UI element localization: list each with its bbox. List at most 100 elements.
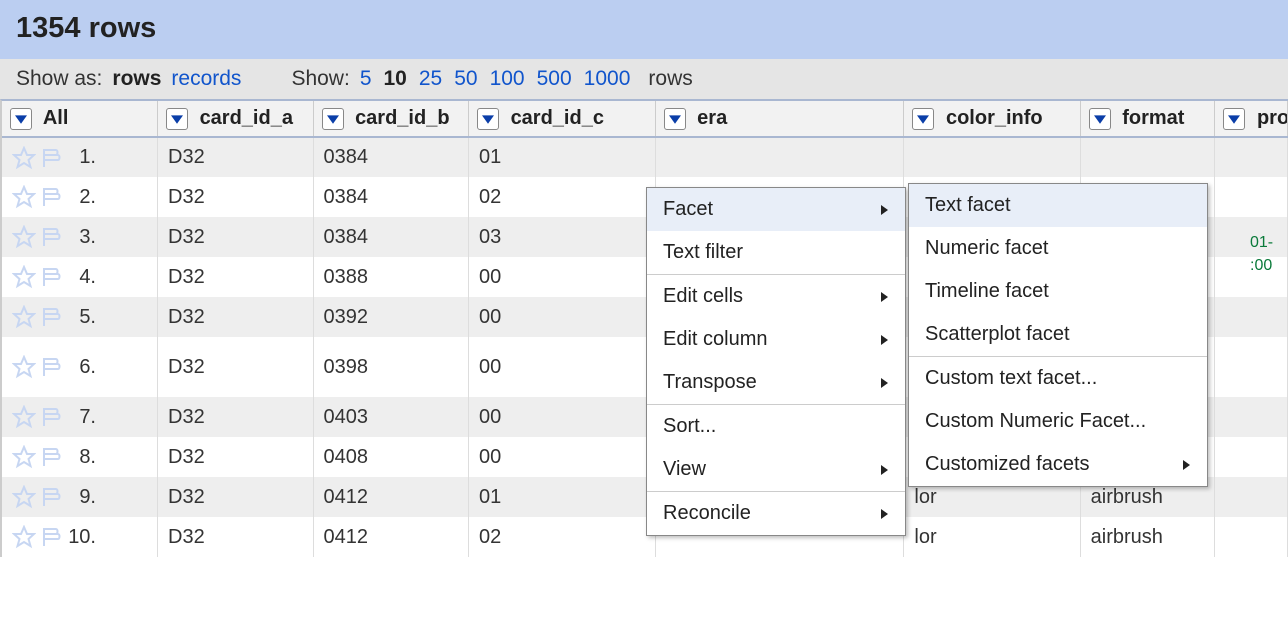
cell-card-id-c[interactable]: 01 — [469, 137, 656, 177]
menu-item-label: Scatterplot facet — [925, 323, 1070, 346]
flag-icon[interactable] — [40, 305, 64, 329]
cell-card-id-a[interactable]: D32 — [158, 177, 314, 217]
star-icon[interactable] — [12, 355, 36, 379]
cell-card-id-a[interactable]: D32 — [158, 137, 314, 177]
cell-card-id-c[interactable]: 03 — [469, 217, 656, 257]
flag-icon[interactable] — [40, 265, 64, 289]
star-icon[interactable] — [12, 305, 36, 329]
cell-card-id-c[interactable]: 02 — [469, 517, 656, 557]
cell-card-id-c[interactable]: 00 — [469, 437, 656, 477]
cell-card-id-c[interactable]: 00 — [469, 297, 656, 337]
cell-prod[interactable] — [1215, 297, 1288, 337]
cell-card-id-a[interactable]: D32 — [158, 397, 314, 437]
flag-icon[interactable] — [40, 185, 64, 209]
page-size-10[interactable]: 10 — [384, 67, 407, 91]
star-icon[interactable] — [12, 525, 36, 549]
cell-card-id-b[interactable]: 0388 — [313, 257, 469, 297]
menu-item-transpose[interactable]: Transpose — [647, 361, 905, 404]
flag-icon[interactable] — [40, 445, 64, 469]
flag-icon[interactable] — [40, 355, 64, 379]
cell-card-id-a[interactable]: D32 — [158, 517, 314, 557]
cell-card-id-a[interactable]: D32 — [158, 257, 314, 297]
cell-card-id-c[interactable]: 01 — [469, 477, 656, 517]
flag-icon[interactable] — [40, 405, 64, 429]
flag-icon[interactable] — [40, 225, 64, 249]
submenu-item-text-facet[interactable]: Text facet — [909, 184, 1207, 227]
cell-color-info[interactable] — [904, 137, 1080, 177]
column-header-card-id-c: card_id_c — [511, 107, 604, 129]
cell-format[interactable] — [1080, 137, 1215, 177]
cell-card-id-b[interactable]: 0384 — [313, 177, 469, 217]
menu-item-edit-column[interactable]: Edit column — [647, 318, 905, 361]
cell-card-id-b[interactable]: 0398 — [313, 337, 469, 397]
submenu-item-scatterplot-facet[interactable]: Scatterplot facet — [909, 313, 1207, 356]
header-bar: 1354 rows — [0, 0, 1288, 59]
show-as-rows[interactable]: rows — [112, 67, 161, 91]
star-icon[interactable] — [12, 146, 36, 170]
flag-icon[interactable] — [40, 525, 64, 549]
flag-icon[interactable] — [40, 146, 64, 170]
cell-prod[interactable] — [1215, 137, 1288, 177]
star-icon[interactable] — [12, 225, 36, 249]
submenu-item-custom-numeric-facet[interactable]: Custom Numeric Facet... — [909, 400, 1207, 443]
page-size-100[interactable]: 100 — [490, 67, 525, 91]
cell-prod[interactable] — [1215, 477, 1288, 517]
submenu-item-customized-facets[interactable]: Customized facets — [909, 443, 1207, 486]
cell-card-id-b[interactable]: 0384 — [313, 217, 469, 257]
cell-card-id-c[interactable]: 00 — [469, 397, 656, 437]
cell-prod[interactable] — [1215, 397, 1288, 437]
cell-card-id-a[interactable]: D32 — [158, 437, 314, 477]
cell-card-id-c[interactable]: 02 — [469, 177, 656, 217]
cell-prod[interactable] — [1215, 337, 1288, 397]
flag-icon[interactable] — [40, 485, 64, 509]
cell-prod[interactable] — [1215, 177, 1288, 217]
cell-prod[interactable] — [1215, 517, 1288, 557]
cell-card-id-c[interactable]: 00 — [469, 337, 656, 397]
star-icon[interactable] — [12, 185, 36, 209]
page-size-1000[interactable]: 1000 — [584, 67, 631, 91]
cell-card-id-a[interactable]: D32 — [158, 337, 314, 397]
cell-prod[interactable] — [1215, 437, 1288, 477]
page-size-25[interactable]: 25 — [419, 67, 442, 91]
cell-card-id-a[interactable]: D32 — [158, 477, 314, 517]
star-icon[interactable] — [12, 405, 36, 429]
show-as-records[interactable]: records — [171, 67, 241, 91]
cell-card-id-a[interactable]: D32 — [158, 217, 314, 257]
page-size-50[interactable]: 50 — [454, 67, 477, 91]
column-dropdown-card-id-a[interactable] — [166, 108, 188, 130]
submenu-item-numeric-facet[interactable]: Numeric facet — [909, 227, 1207, 270]
cell-format[interactable]: airbrush — [1080, 517, 1215, 557]
menu-item-text-filter[interactable]: Text filter — [647, 231, 905, 274]
context-submenu-facet: Text facet Numeric facet Timeline facet … — [908, 183, 1208, 487]
star-icon[interactable] — [12, 485, 36, 509]
cell-card-id-b[interactable]: 0384 — [313, 137, 469, 177]
cell-era[interactable] — [655, 137, 904, 177]
star-icon[interactable] — [12, 445, 36, 469]
cell-card-id-b[interactable]: 0412 — [313, 477, 469, 517]
cell-card-id-b[interactable]: 0392 — [313, 297, 469, 337]
column-dropdown-prod[interactable] — [1223, 108, 1245, 130]
page-size-500[interactable]: 500 — [537, 67, 572, 91]
page-size-5[interactable]: 5 — [360, 67, 372, 91]
chevron-down-icon — [1228, 113, 1240, 125]
cell-card-id-b[interactable]: 0412 — [313, 517, 469, 557]
menu-item-sort[interactable]: Sort... — [647, 405, 905, 448]
cell-card-id-b[interactable]: 0408 — [313, 437, 469, 477]
cell-color-info[interactable]: lor — [904, 517, 1080, 557]
column-dropdown-card-id-b[interactable] — [322, 108, 344, 130]
column-dropdown-color-info[interactable] — [912, 108, 934, 130]
column-dropdown-era[interactable] — [664, 108, 686, 130]
menu-item-facet[interactable]: Facet — [647, 188, 905, 231]
star-icon[interactable] — [12, 265, 36, 289]
menu-item-edit-cells[interactable]: Edit cells — [647, 275, 905, 318]
menu-item-view[interactable]: View — [647, 448, 905, 491]
cell-card-id-b[interactable]: 0403 — [313, 397, 469, 437]
submenu-item-custom-text-facet[interactable]: Custom text facet... — [909, 357, 1207, 400]
column-dropdown-card-id-c[interactable] — [477, 108, 499, 130]
menu-item-reconcile[interactable]: Reconcile — [647, 492, 905, 535]
submenu-item-timeline-facet[interactable]: Timeline facet — [909, 270, 1207, 313]
column-dropdown-all[interactable] — [10, 108, 32, 130]
cell-card-id-c[interactable]: 00 — [469, 257, 656, 297]
cell-card-id-a[interactable]: D32 — [158, 297, 314, 337]
column-dropdown-format[interactable] — [1089, 108, 1111, 130]
